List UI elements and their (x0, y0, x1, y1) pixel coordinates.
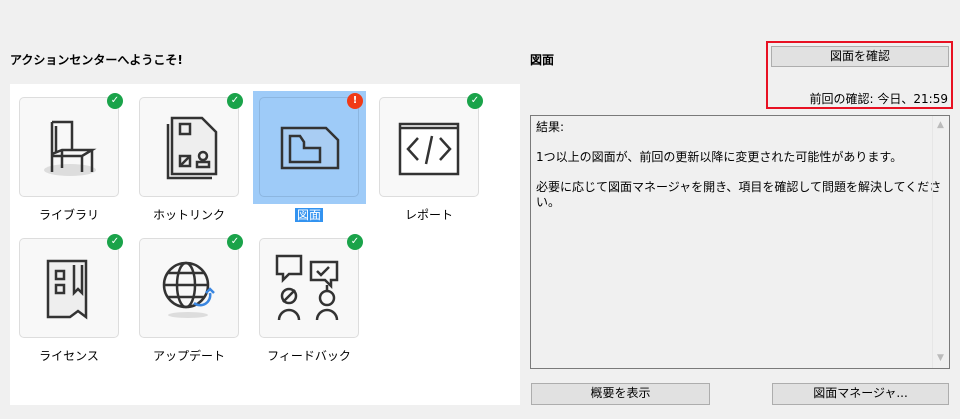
tile-license[interactable]: ✓ ライセンス (10, 232, 124, 368)
scroll-down-icon[interactable]: ▼ (937, 351, 944, 366)
results-textbox[interactable]: 結果: 1つ以上の図面が、前回の更新以降に変更された可能性があります。 必要に応… (530, 115, 950, 369)
tile-label: ホットリンク (152, 208, 225, 222)
welcome-heading: アクションセンターへようこそ! (10, 53, 183, 67)
ok-badge-icon: ✓ (347, 234, 363, 250)
tile-feedback[interactable]: ✓ フィードバック (250, 232, 364, 368)
drawing-icon (259, 97, 359, 197)
tile-label: レポート (404, 208, 453, 222)
tile-label: フィードバック (267, 349, 351, 363)
ok-badge-icon: ✓ (467, 93, 483, 109)
results-line: 必要に応じて図面マネージャを開き、項目を確認して問題を解決してください。 (536, 180, 942, 209)
scrollbar[interactable]: ▲ ▼ (932, 116, 949, 368)
scroll-up-icon[interactable]: ▲ (937, 118, 944, 133)
drawing-manager-button[interactable]: 図面マネージャ... (772, 383, 949, 405)
license-icon (19, 238, 119, 338)
results-line: 1つ以上の図面が、前回の更新以降に変更された可能性があります。 (536, 150, 903, 164)
ok-badge-icon: ✓ (107, 234, 123, 250)
code-report-icon (379, 97, 479, 197)
show-summary-button[interactable]: 概要を表示 (531, 383, 710, 405)
tile-label: ライブラリ (38, 208, 99, 222)
ok-badge-icon: ✓ (227, 234, 243, 250)
feedback-icon (259, 238, 359, 338)
results-heading: 結果: (536, 120, 565, 134)
tile-label: 図面 (294, 208, 323, 222)
tile-label: ライセンス (39, 349, 99, 363)
warning-badge-icon: ! (347, 93, 363, 109)
hotlink-document-icon (139, 97, 239, 197)
chair-icon (19, 97, 119, 197)
action-tiles-panel: ✓ ライブラリ ✓ ホットリンク ! 図面 ✓ レポート ✓ ライセンス ✓ ア… (10, 84, 520, 405)
ok-badge-icon: ✓ (227, 93, 243, 109)
tile-drawings[interactable]: ! 図面 (250, 91, 366, 227)
check-drawings-button[interactable]: 図面を確認 (771, 46, 949, 67)
ok-badge-icon: ✓ (107, 93, 123, 109)
globe-update-icon (139, 238, 239, 338)
tile-update[interactable]: ✓ アップデート (130, 232, 244, 368)
section-title: 図面 (530, 53, 555, 67)
last-check-time: 前回の確認: 今日、21:59 (809, 92, 948, 106)
tile-report[interactable]: ✓ レポート (370, 91, 484, 227)
tile-library[interactable]: ✓ ライブラリ (10, 91, 124, 227)
tile-label: アップデート (152, 349, 225, 363)
tile-hotlinks[interactable]: ✓ ホットリンク (130, 91, 244, 227)
